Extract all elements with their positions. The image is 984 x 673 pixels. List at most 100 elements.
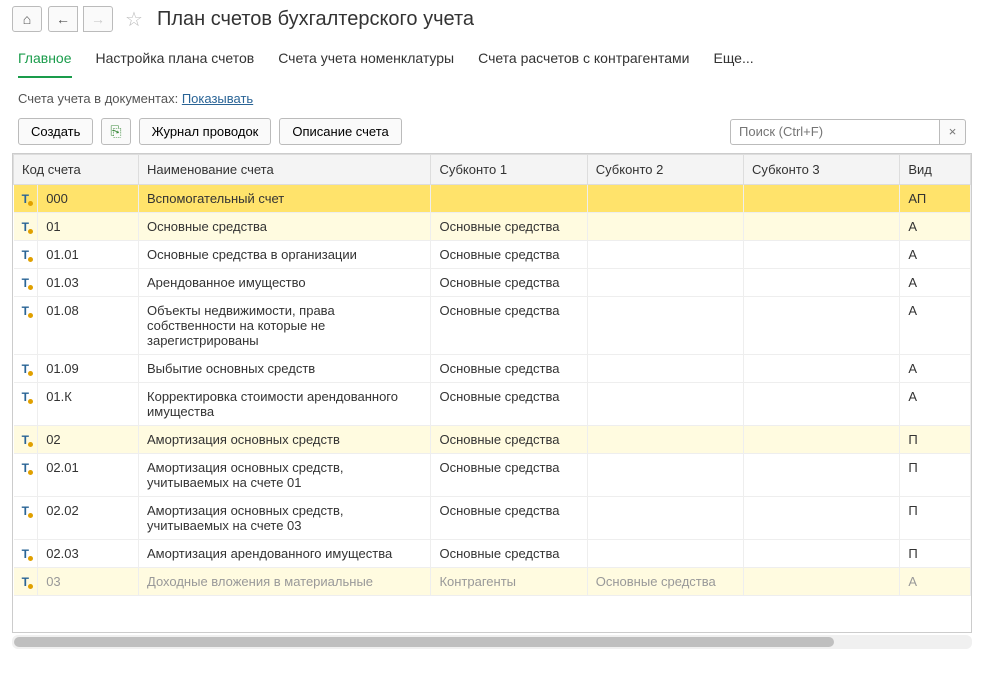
cell-code: 000 [38, 185, 139, 213]
cell-sub2 [587, 383, 743, 426]
journal-button[interactable]: Журнал проводок [139, 118, 272, 145]
cell-sub3 [744, 241, 900, 269]
cell-name: Основные средства в организации [139, 241, 431, 269]
account-type-icon: Т [22, 461, 29, 475]
cell-name: Объекты недвижимости, права собственност… [139, 297, 431, 355]
scrollbar-thumb[interactable] [14, 637, 834, 647]
cell-sub2: Основные средства [587, 568, 743, 596]
cell-vid: П [900, 540, 971, 568]
cell-code: 01.К [38, 383, 139, 426]
describe-account-button[interactable]: Описание счета [279, 118, 401, 145]
cell-sub3 [744, 383, 900, 426]
copy-button[interactable]: ⎘ [101, 118, 130, 145]
cell-code: 02 [38, 426, 139, 454]
favorite-star-icon[interactable]: ☆ [125, 7, 143, 32]
table-row[interactable]: Т 02.01Амортизация основных средств, учит… [14, 454, 971, 497]
col-header-sub2[interactable]: Субконто 2 [587, 155, 743, 185]
table-row[interactable]: Т000Вспомогательный счетАП [14, 185, 971, 213]
cell-sub3 [744, 297, 900, 355]
account-type-icon: Т [22, 192, 29, 206]
forward-button[interactable]: → [83, 6, 113, 32]
account-type-icon: Т [22, 390, 29, 404]
tab-main[interactable]: Главное [18, 44, 72, 78]
table-row[interactable]: Т01Основные средстваОсновные средстваА [14, 213, 971, 241]
cell-vid: А [900, 269, 971, 297]
cell-code: 01 [38, 213, 139, 241]
cell-vid: А [900, 383, 971, 426]
copy-icon: ⎘ [110, 123, 121, 139]
cell-sub3 [744, 568, 900, 596]
doc-accounts-label: Счета учета в документах: Показывать [0, 79, 984, 114]
cell-sub2 [587, 497, 743, 540]
arrow-right-icon: → [91, 11, 105, 27]
col-header-vid[interactable]: Вид [900, 155, 971, 185]
cell-name: Вспомогательный счет [139, 185, 431, 213]
table-row[interactable]: Т03Доходные вложения в материальныеКонтр… [14, 568, 971, 596]
tab-contractor-accounts[interactable]: Счета расчетов с контрагентами [478, 44, 689, 78]
col-header-sub3[interactable]: Субконто 3 [744, 155, 900, 185]
cell-sub2 [587, 454, 743, 497]
table-row[interactable]: Т 02Амортизация основных средствОсновные … [14, 426, 971, 454]
cell-sub2 [587, 297, 743, 355]
cell-sub2 [587, 241, 743, 269]
table-row[interactable]: Т01.08Объекты недвижимости, права собств… [14, 297, 971, 355]
col-header-sub1[interactable]: Субконто 1 [431, 155, 587, 185]
table-row[interactable]: Т01.ККорректировка стоимости арендованно… [14, 383, 971, 426]
cell-sub3 [744, 426, 900, 454]
cell-sub3 [744, 185, 900, 213]
table-row[interactable]: Т02.02Амортизация основных средств, учит… [14, 497, 971, 540]
cell-code: 01.01 [38, 241, 139, 269]
cell-sub1: Основные средства [431, 241, 587, 269]
cell-name: Амортизация основных средств [139, 426, 431, 454]
cell-name: Основные средства [139, 213, 431, 241]
cell-sub1 [431, 185, 587, 213]
tab-more[interactable]: Еще... [713, 44, 753, 78]
search-clear-button[interactable]: × [940, 119, 966, 145]
cell-code: 03 [38, 568, 139, 596]
tab-plan-settings[interactable]: Настройка плана счетов [96, 44, 255, 78]
cell-sub1: Основные средства [431, 355, 587, 383]
cell-name: Амортизация арендованного имущества [139, 540, 431, 568]
cell-sub2 [587, 540, 743, 568]
search-input[interactable] [730, 119, 940, 145]
cell-vid: П [900, 497, 971, 540]
col-header-code[interactable]: Код счета [14, 155, 139, 185]
account-type-icon: Т [22, 433, 29, 447]
table-header-row: Код счета Наименование счета Субконто 1 … [14, 155, 971, 185]
cell-vid: А [900, 355, 971, 383]
back-button[interactable]: ← [48, 6, 78, 32]
cell-vid: А [900, 213, 971, 241]
horizontal-scrollbar[interactable] [12, 635, 972, 649]
table-row[interactable]: Т02.03Амортизация арендованного имуществ… [14, 540, 971, 568]
cell-name: Амортизация основных средств, учитываемы… [139, 454, 431, 497]
cell-code: 01.09 [38, 355, 139, 383]
cell-name: Доходные вложения в материальные [139, 568, 431, 596]
cell-vid: А [900, 568, 971, 596]
account-type-icon: Т [22, 547, 29, 561]
cell-sub1: Основные средства [431, 426, 587, 454]
cell-sub3 [744, 269, 900, 297]
col-header-name[interactable]: Наименование счета [139, 155, 431, 185]
tab-nomenclature-accounts[interactable]: Счета учета номенклатуры [278, 44, 454, 78]
create-button[interactable]: Создать [18, 118, 93, 145]
cell-sub3 [744, 497, 900, 540]
cell-sub1: Основные средства [431, 497, 587, 540]
cell-vid: П [900, 426, 971, 454]
account-type-icon: Т [22, 248, 29, 262]
table-row[interactable]: Т01.09Выбытие основных средствОсновные с… [14, 355, 971, 383]
table-row[interactable]: Т01.03Арендованное имуществоОсновные сре… [14, 269, 971, 297]
cell-sub1: Основные средства [431, 454, 587, 497]
home-button[interactable]: ⌂ [12, 6, 42, 32]
accounts-table: Код счета Наименование счета Субконто 1 … [13, 154, 971, 596]
cell-sub1: Основные средства [431, 383, 587, 426]
doc-accounts-link[interactable]: Показывать [182, 91, 253, 106]
account-type-icon: Т [22, 504, 29, 518]
cell-code: 02.01 [38, 454, 139, 497]
account-type-icon: Т [22, 304, 29, 318]
account-type-icon: Т [22, 575, 29, 589]
cell-sub1: Основные средства [431, 297, 587, 355]
cell-name: Амортизация основных средств, учитываемы… [139, 497, 431, 540]
cell-sub3 [744, 540, 900, 568]
cell-sub2 [587, 269, 743, 297]
table-row[interactable]: Т 01.01Основные средства в организацииОсн… [14, 241, 971, 269]
